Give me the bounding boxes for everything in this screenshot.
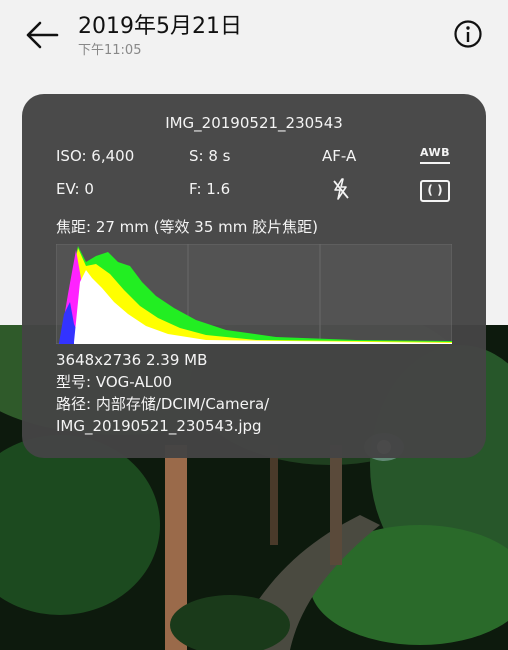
histogram	[56, 244, 452, 344]
file-name: IMG_20190521_230543	[165, 114, 343, 132]
iso-value: ISO: 6,400	[56, 147, 135, 165]
info-icon[interactable]	[452, 18, 484, 50]
white-balance-underline	[420, 162, 450, 164]
focal-length: 焦距: 27 mm (等效 35 mm 胶片焦距)	[56, 218, 318, 236]
photo-details-panel: IMG_20190521_230543 ISO: 6,400 S: 8 s AF…	[22, 94, 486, 458]
focus-mode: AF-A	[322, 147, 357, 165]
resolution-size: 3648x2736 2.39 MB	[56, 351, 208, 369]
page-title: 2019年5月21日	[78, 14, 242, 39]
device-model: 型号: VOG-AL00	[56, 373, 173, 391]
page-subtitle-time: 下午11:05	[78, 43, 142, 58]
shutter-value: S: 8 s	[189, 147, 231, 165]
flash-off-icon	[333, 178, 349, 200]
file-path-line2: IMG_20190521_230543.jpg	[56, 417, 262, 435]
metering-icon: ( )	[420, 180, 450, 202]
file-path-line1: 路径: 内部存储/DCIM/Camera/	[56, 395, 270, 413]
back-arrow-icon[interactable]	[22, 18, 62, 52]
ev-value: EV: 0	[56, 180, 94, 198]
white-balance-icon: AWB	[420, 146, 451, 159]
aperture-value: F: 1.6	[189, 180, 231, 198]
